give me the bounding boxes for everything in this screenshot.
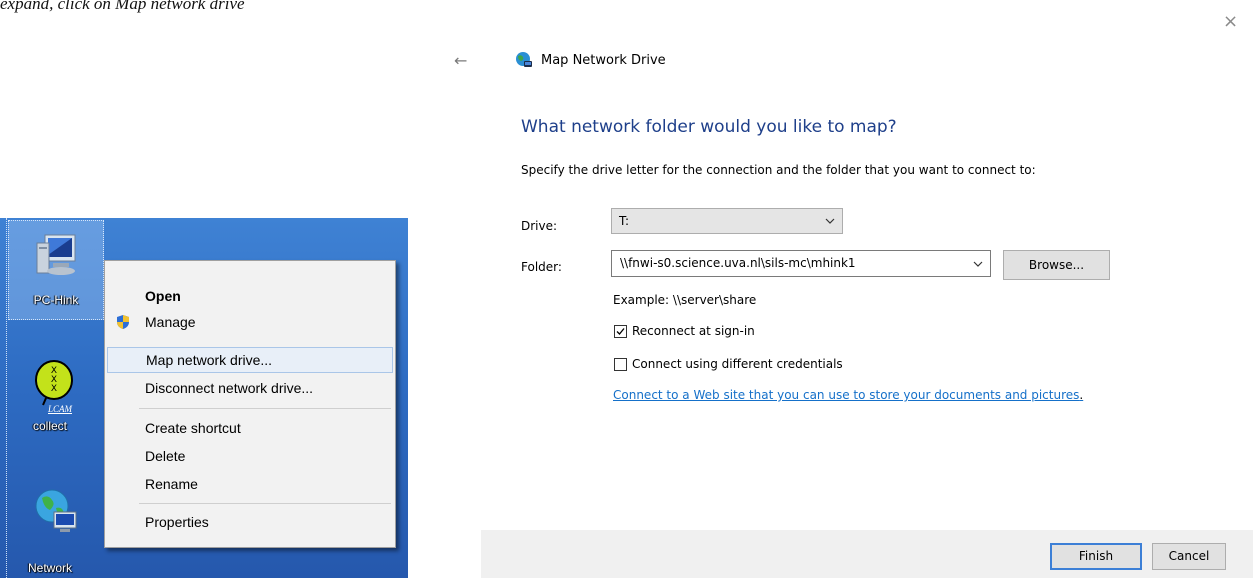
- example-text: Example: \\server\share: [613, 293, 757, 307]
- credentials-label: Connect using different credentials: [632, 357, 843, 371]
- checkmark-icon: [616, 328, 625, 335]
- menu-item-disconnect-network-drive[interactable]: Disconnect network drive...: [107, 375, 393, 401]
- menu-item-create-shortcut[interactable]: Create shortcut: [107, 415, 393, 441]
- cancel-button[interactable]: Cancel: [1152, 543, 1226, 570]
- drive-select[interactable]: T:: [611, 208, 843, 234]
- chevron-down-icon[interactable]: [973, 259, 983, 269]
- lcam-sublabel: LCAM: [48, 404, 73, 414]
- lcam-icon: X X X: [35, 360, 73, 406]
- desktop-icon-pc[interactable]: PC-Hink: [8, 220, 104, 320]
- finish-button[interactable]: Finish: [1050, 543, 1142, 570]
- dialog-heading: What network folder would you like to ma…: [521, 117, 897, 137]
- credentials-checkbox[interactable]: [614, 358, 627, 371]
- reconnect-checkbox[interactable]: [614, 325, 627, 338]
- drive-select-value: T:: [619, 214, 630, 228]
- folder-input-value: \\fnwi-s0.science.uva.nl\sils-mc\mhink1: [620, 256, 856, 270]
- back-arrow-icon[interactable]: ←: [454, 51, 467, 70]
- caption-text: expand, click on Map network drive: [0, 0, 245, 13]
- menu-separator: [139, 408, 391, 409]
- close-icon[interactable]: ×: [1223, 11, 1238, 32]
- pc-label: PC-Hink: [33, 293, 79, 307]
- svg-text:X: X: [51, 384, 57, 394]
- reconnect-label: Reconnect at sign-in: [632, 324, 755, 338]
- web-site-link[interactable]: Connect to a Web site that you can use t…: [613, 388, 1083, 402]
- menu-item-properties[interactable]: Properties: [107, 509, 393, 535]
- dialog-instruction: Specify the drive letter for the connect…: [521, 163, 1036, 177]
- dialog-title: Map Network Drive: [541, 53, 666, 68]
- network-icon: [35, 489, 77, 532]
- menu-item-rename[interactable]: Rename: [107, 471, 393, 497]
- folder-input[interactable]: \\fnwi-s0.science.uva.nl\sils-mc\mhink1: [611, 250, 991, 277]
- menu-item-map-network-drive[interactable]: Map network drive...: [107, 347, 393, 373]
- folder-label: Folder:: [521, 260, 562, 274]
- browse-button[interactable]: Browse...: [1003, 250, 1110, 280]
- drive-label: Drive:: [521, 219, 558, 233]
- chevron-down-icon: [825, 218, 835, 224]
- network-drive-icon: [516, 52, 532, 67]
- menu-item-open[interactable]: Open: [107, 283, 393, 309]
- computer-icon: [36, 234, 76, 275]
- link-period: .: [1079, 388, 1084, 402]
- network-label: Network: [27, 561, 72, 575]
- uac-shield-icon: [117, 315, 129, 329]
- menu-item-manage[interactable]: Manage: [107, 309, 393, 335]
- context-menu: Open Manage Map network drive... Disconn…: [104, 260, 396, 548]
- menu-item-manage-label: Manage: [145, 314, 196, 330]
- desktop-area: PC-Hink X X X LCAM collect Network Open: [0, 218, 408, 578]
- menu-separator: [139, 503, 391, 504]
- web-site-link-text[interactable]: Connect to a Web site that you can use t…: [613, 388, 1079, 402]
- desktop-icon-network[interactable]: Network: [0, 480, 100, 578]
- menu-item-delete[interactable]: Delete: [107, 443, 393, 469]
- collect-label: collect: [32, 419, 67, 433]
- desktop-icon-collect[interactable]: X X X LCAM collect: [0, 348, 100, 448]
